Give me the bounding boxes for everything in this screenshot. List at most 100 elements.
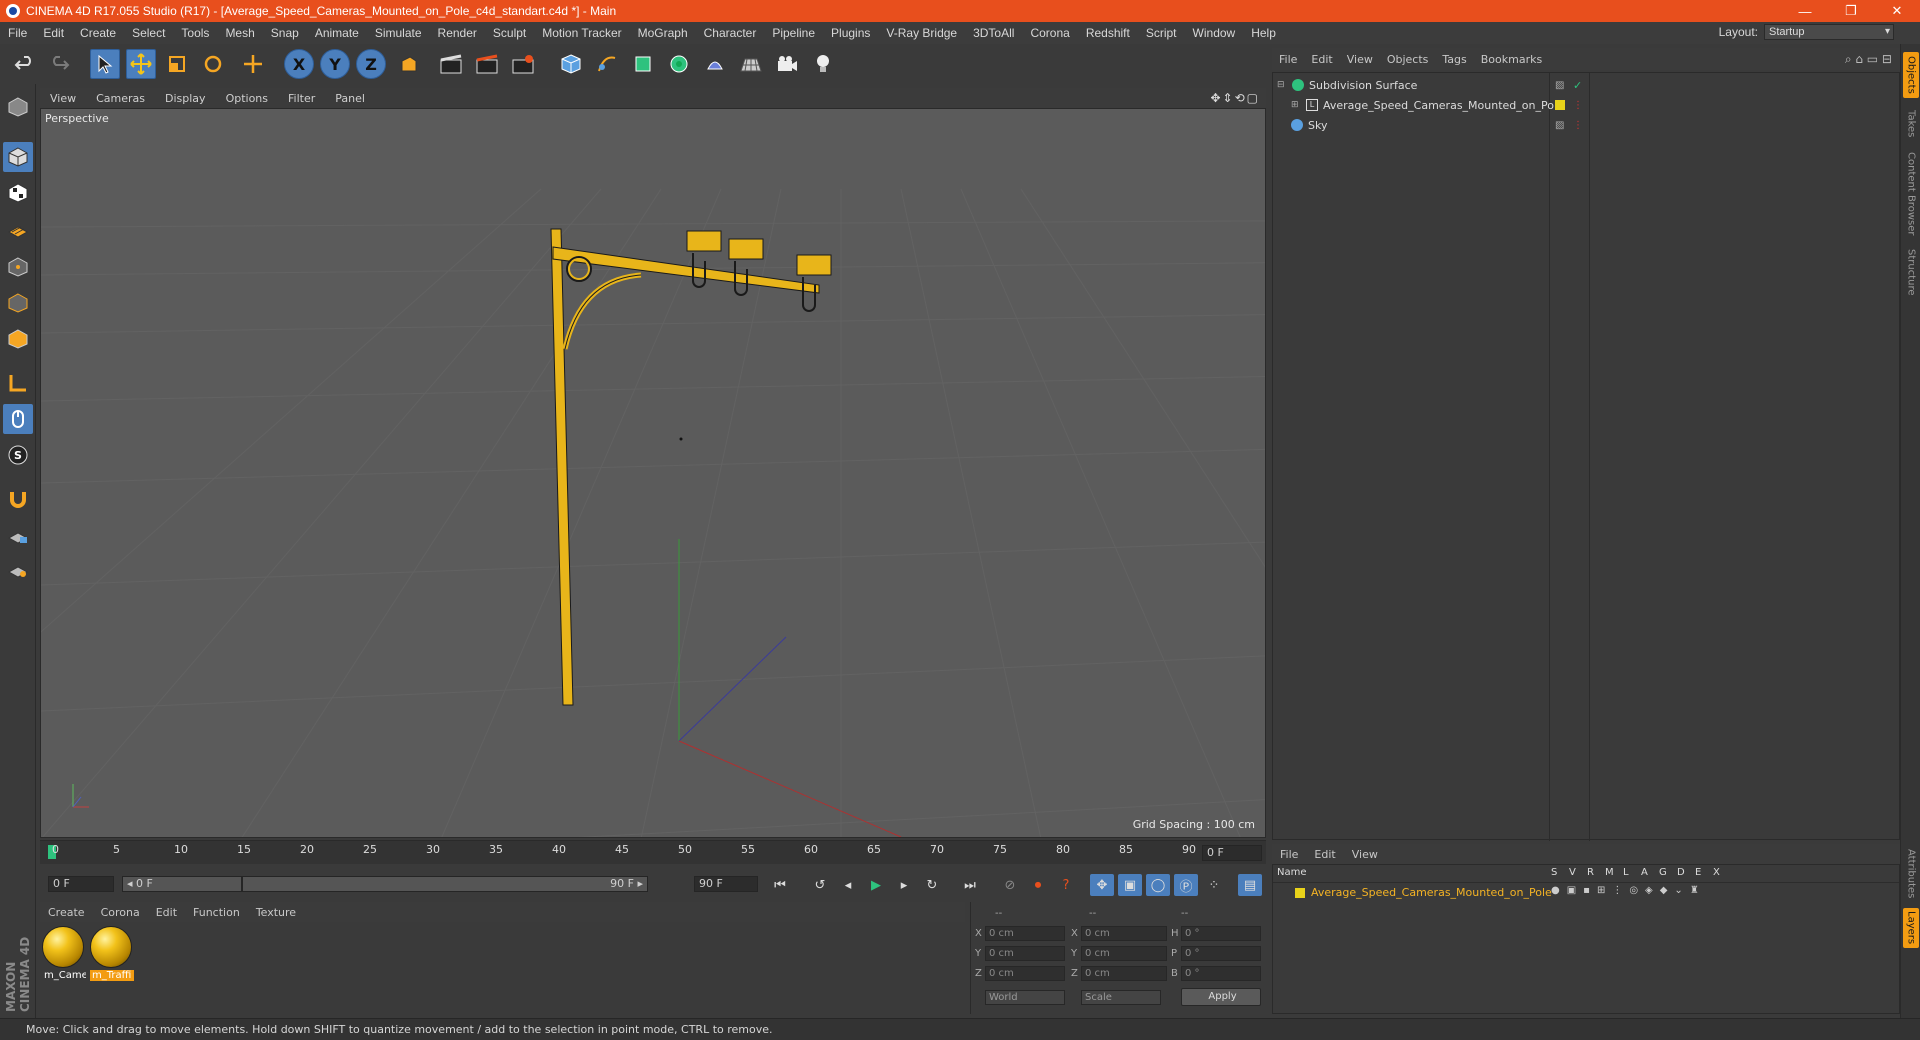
menu-animate[interactable]: Animate bbox=[307, 26, 367, 40]
position-track-button[interactable]: ✥ bbox=[1090, 874, 1114, 896]
menu-help[interactable]: Help bbox=[1243, 26, 1284, 40]
material-menu-edit[interactable]: Edit bbox=[148, 906, 185, 919]
viewport-menu-options[interactable]: Options bbox=[216, 92, 278, 105]
render-settings-button[interactable] bbox=[508, 49, 538, 79]
om-menu-file[interactable]: File bbox=[1272, 53, 1304, 66]
menu-window[interactable]: Window bbox=[1185, 26, 1244, 40]
workplane-mode-button[interactable] bbox=[3, 214, 33, 244]
keyframe-selection-button[interactable]: ? bbox=[1054, 874, 1078, 896]
om-menu-bookmarks[interactable]: Bookmarks bbox=[1474, 53, 1549, 66]
menu-tools[interactable]: Tools bbox=[173, 26, 217, 40]
floor-button[interactable] bbox=[736, 49, 766, 79]
texture-mode-button[interactable] bbox=[3, 178, 33, 208]
tab-structure[interactable]: Structure bbox=[1903, 244, 1919, 300]
menu-character[interactable]: Character bbox=[696, 26, 765, 40]
magnet-button[interactable] bbox=[3, 484, 33, 514]
redo-button[interactable] bbox=[44, 49, 74, 79]
prev-key-button[interactable]: ↺ bbox=[808, 874, 832, 896]
pen-spline-button[interactable] bbox=[592, 49, 622, 79]
menu-simulate[interactable]: Simulate bbox=[367, 26, 430, 40]
om-menu-edit[interactable]: Edit bbox=[1304, 53, 1339, 66]
edges-mode-button[interactable] bbox=[3, 288, 33, 318]
move-tool-button[interactable] bbox=[126, 49, 156, 79]
scale-dropdown[interactable]: Scale bbox=[1081, 990, 1161, 1005]
parameter-track-button[interactable]: Ⓟ bbox=[1174, 874, 1198, 896]
menu-vray-bridge[interactable]: V-Ray Bridge bbox=[878, 26, 965, 40]
make-editable-button[interactable] bbox=[3, 92, 33, 122]
menu-render[interactable]: Render bbox=[430, 26, 485, 40]
rotation-h-field[interactable]: 0 ° bbox=[1181, 926, 1261, 941]
visibility-dots-icon[interactable]: ⋮ bbox=[1573, 100, 1583, 111]
layer-flag-icons[interactable]: ●▣▪⊞⋮◎◈◆⌄♜ bbox=[1551, 885, 1706, 896]
rotation-b-field[interactable]: 0 ° bbox=[1181, 966, 1261, 981]
visibility-toggle[interactable]: ▨ bbox=[1555, 120, 1564, 131]
lm-menu-file[interactable]: File bbox=[1272, 848, 1306, 861]
mograph-cloner-button[interactable] bbox=[664, 49, 694, 79]
om-menu-view[interactable]: View bbox=[1340, 53, 1380, 66]
expand-icon[interactable]: ⊞ bbox=[1291, 100, 1301, 110]
play-button[interactable]: ▶ bbox=[864, 874, 888, 896]
range-left-field[interactable]: ◂ 0 F bbox=[122, 876, 242, 892]
goto-end-button[interactable]: ⏭ bbox=[958, 874, 982, 896]
subdivision-button[interactable] bbox=[628, 49, 658, 79]
material-swatch-selected[interactable]: m_Traffi bbox=[90, 926, 134, 981]
viewport-menu-display[interactable]: Display bbox=[155, 92, 216, 105]
menu-script[interactable]: Script bbox=[1138, 26, 1185, 40]
viewport-menu-panel[interactable]: Panel bbox=[325, 92, 375, 105]
timeline-ruler[interactable]: 0 5 10 15 20 25 30 35 40 45 50 55 60 65 … bbox=[40, 840, 1266, 864]
lm-menu-edit[interactable]: Edit bbox=[1306, 848, 1343, 861]
camera-button[interactable] bbox=[772, 49, 802, 79]
start-frame-field[interactable]: 0 F bbox=[48, 876, 114, 892]
menu-file[interactable]: File bbox=[0, 26, 35, 40]
menu-snap[interactable]: Snap bbox=[263, 26, 307, 40]
transform-tool-button[interactable] bbox=[238, 49, 268, 79]
perspective-viewport[interactable]: Perspective Grid Spacing : 100 cm bbox=[40, 108, 1266, 838]
viewport-menu-filter[interactable]: Filter bbox=[278, 92, 325, 105]
layout-dropdown[interactable]: Startup bbox=[1764, 24, 1894, 40]
tab-content-browser[interactable]: Content Browser bbox=[1903, 148, 1919, 240]
light-button[interactable] bbox=[808, 49, 838, 79]
position-x-field[interactable]: 0 cm bbox=[985, 926, 1065, 941]
goto-start-button[interactable]: ⏮ bbox=[768, 874, 792, 896]
menu-create[interactable]: Create bbox=[72, 26, 124, 40]
tab-takes[interactable]: Takes bbox=[1903, 104, 1919, 144]
cube-object-button[interactable] bbox=[556, 49, 586, 79]
layer-row[interactable]: Average_Speed_Cameras_Mounted_on_Pole ●▣… bbox=[1273, 885, 1899, 901]
model-mode-button[interactable] bbox=[3, 142, 33, 172]
y-axis-button[interactable]: Y bbox=[320, 49, 350, 79]
menu-sculpt[interactable]: Sculpt bbox=[485, 26, 534, 40]
object-row-subdivision-surface[interactable]: ⊟ Subdivision Surface ▨ ✓ bbox=[1273, 75, 1901, 95]
snap-button[interactable]: S bbox=[3, 440, 33, 470]
om-menu-tags[interactable]: Tags bbox=[1435, 53, 1473, 66]
prev-frame-button[interactable]: ◂ bbox=[836, 874, 860, 896]
timeline-window-button[interactable]: ▤ bbox=[1238, 874, 1262, 896]
coordinate-system-button[interactable] bbox=[394, 49, 424, 79]
rotation-track-button[interactable]: ◯ bbox=[1146, 874, 1170, 896]
om-toolbar-icons[interactable]: ⌕ ⌂ ▭ ⊟ bbox=[1845, 52, 1892, 67]
visibility-dots-icon[interactable]: ⋮ bbox=[1573, 120, 1583, 131]
menu-edit[interactable]: Edit bbox=[35, 26, 72, 40]
scale-tool-button[interactable] bbox=[162, 49, 192, 79]
menu-motion-tracker[interactable]: Motion Tracker bbox=[534, 26, 629, 40]
close-button[interactable]: ✕ bbox=[1874, 0, 1920, 22]
points-mode-button[interactable] bbox=[3, 252, 33, 282]
material-menu-function[interactable]: Function bbox=[185, 906, 248, 919]
viewport-navigation-icons[interactable]: ✥⇕⟲▢ bbox=[1210, 91, 1260, 105]
x-axis-button[interactable]: X bbox=[284, 49, 314, 79]
record-keys-button[interactable]: ⊘ bbox=[998, 874, 1022, 896]
tab-attributes[interactable]: Attributes bbox=[1903, 844, 1919, 904]
size-z-field[interactable]: 0 cm bbox=[1081, 966, 1167, 981]
lm-menu-view[interactable]: View bbox=[1344, 848, 1386, 861]
menu-mograph[interactable]: MoGraph bbox=[630, 26, 696, 40]
tab-objects[interactable]: Objects bbox=[1903, 52, 1919, 98]
object-row-speed-cameras[interactable]: ⊞ L Average_Speed_Cameras_Mounted_on_Pol… bbox=[1273, 95, 1901, 115]
material-menu-create[interactable]: Create bbox=[40, 906, 93, 919]
autokey-button[interactable]: ⏺ bbox=[1026, 874, 1050, 896]
material-menu-texture[interactable]: Texture bbox=[248, 906, 304, 919]
locked-workplane-button[interactable] bbox=[3, 520, 33, 550]
enabled-check-icon[interactable]: ✓ bbox=[1573, 79, 1582, 92]
layer-color-swatch[interactable] bbox=[1295, 888, 1305, 898]
material-menu-corona[interactable]: Corona bbox=[93, 906, 148, 919]
z-axis-button[interactable]: Z bbox=[356, 49, 386, 79]
next-key-button[interactable]: ↻ bbox=[920, 874, 944, 896]
